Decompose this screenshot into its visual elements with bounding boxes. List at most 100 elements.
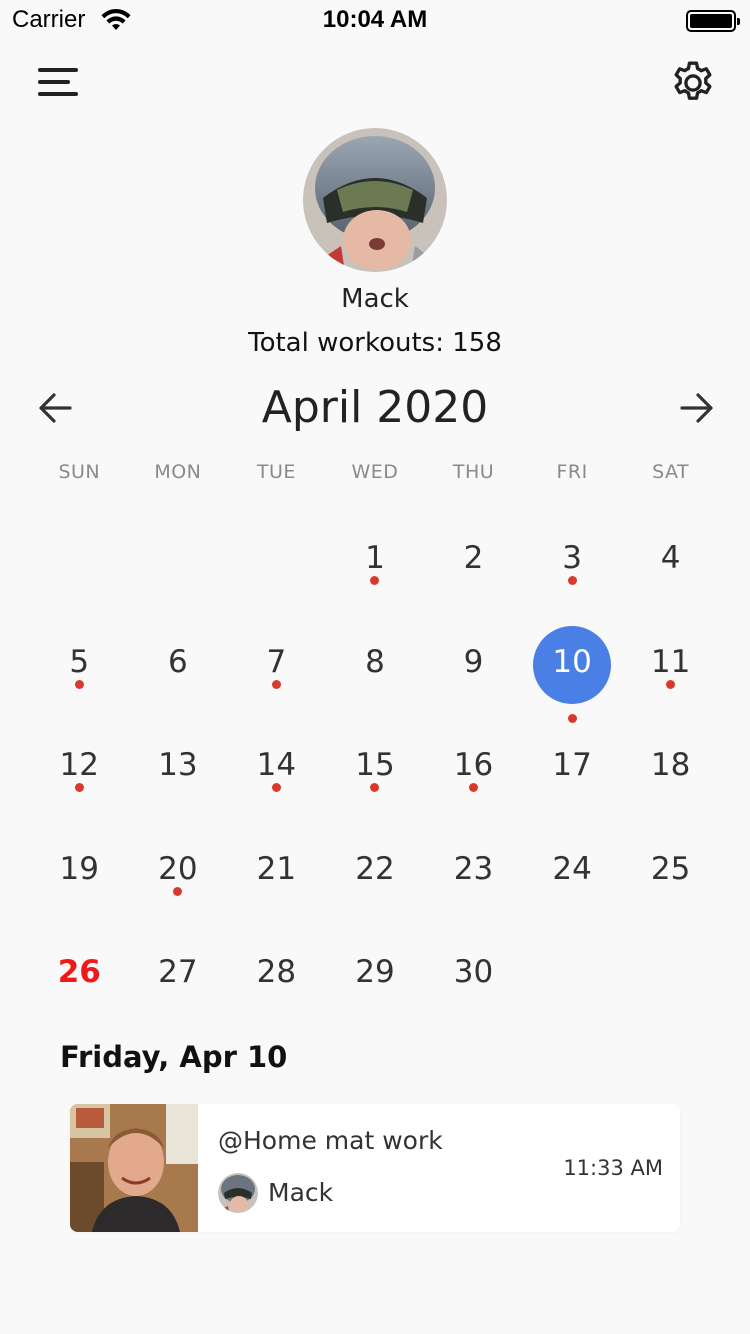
total-workouts-label: Total workouts: 158	[248, 328, 502, 358]
day-number: 30	[453, 954, 494, 990]
day-number: 3	[562, 540, 582, 576]
day-cell[interactable]: 18	[621, 715, 720, 819]
arrow-right-icon[interactable]	[676, 388, 716, 428]
month-title: April 2020	[261, 382, 489, 433]
status-time: 10:04 AM	[322, 6, 428, 33]
day-cell[interactable]: 2	[424, 508, 523, 612]
day-cell[interactable]: 22	[326, 819, 425, 923]
day-cell[interactable]: 12	[30, 715, 129, 819]
day-number: 2	[463, 540, 484, 576]
day-number: 4	[660, 540, 681, 576]
day-number: 19	[59, 850, 99, 887]
workout-indicator-dot	[666, 679, 676, 689]
day-cell[interactable]: 14	[227, 715, 326, 819]
workout-indicator-dot	[74, 783, 84, 792]
day-cell[interactable]: 11	[621, 612, 720, 716]
day-cell[interactable]: 17	[523, 715, 622, 819]
day-cell[interactable]: 15	[326, 715, 425, 819]
workout-indicator-dot	[271, 783, 281, 792]
day-cell[interactable]: 4	[621, 508, 720, 612]
weekday-label: WED	[351, 461, 399, 483]
workout-card[interactable]: @Home mat work 11:33 AM Mack	[70, 1104, 680, 1232]
day-number: 25	[650, 850, 691, 887]
day-number: 24	[552, 850, 592, 887]
day-cell[interactable]: 23	[424, 819, 523, 923]
profile-name: Mack	[341, 284, 409, 314]
status-bar: Carrier 10:04 AM	[0, 0, 750, 40]
day-number: 15	[355, 747, 395, 783]
workout-indicator-dot	[74, 679, 84, 689]
day-number: 13	[158, 747, 198, 783]
user-avatar	[218, 1173, 258, 1213]
workout-indicator-dot	[567, 576, 577, 585]
day-cell[interactable]: 13	[129, 715, 228, 819]
workout-indicator-dot	[469, 783, 479, 792]
calendar-screen: Carrier 10:04 AM Mack Total workouts: 15…	[0, 0, 750, 1334]
day-number: 10	[552, 643, 592, 680]
profile-avatar[interactable]	[303, 128, 447, 272]
workout-indicator-dot	[370, 783, 380, 792]
day-cell[interactable]: 28	[227, 922, 326, 1026]
weekday-label: TUE	[256, 461, 296, 483]
day-number: 28	[256, 954, 297, 990]
empty-day-cell	[30, 508, 129, 612]
today-day-cell[interactable]: 26	[30, 922, 129, 1026]
day-number: 26	[57, 954, 101, 990]
workout-indicator-dot	[271, 679, 281, 689]
day-number: 12	[59, 747, 99, 783]
weekday-header: SUN MON TUE WED THU FRI SAT	[30, 461, 720, 483]
day-number: 21	[256, 850, 297, 887]
selected-day-title: Friday, Apr 10	[60, 1040, 288, 1074]
empty-day-cell	[227, 508, 326, 612]
day-cell[interactable]: 1	[326, 508, 425, 612]
day-number: 8	[365, 643, 385, 680]
day-number: 23	[453, 850, 494, 887]
day-number: 11	[650, 643, 691, 680]
day-number: 29	[355, 954, 395, 990]
day-number: 22	[355, 850, 395, 887]
day-number: 27	[158, 954, 198, 990]
day-number: 6	[167, 643, 188, 680]
day-cell[interactable]: 21	[227, 819, 326, 923]
calendar-days-grid: 1 2 3 4 5 6 7 8 9 10 11 12 13 14 15 16 17 18 19 20 21 22 23 24 2…	[30, 508, 720, 1026]
day-cell[interactable]: 25	[621, 819, 720, 923]
day-cell[interactable]: 8	[326, 612, 425, 716]
day-cell[interactable]: 9	[424, 612, 523, 716]
battery-icon	[686, 10, 740, 32]
weekday-label: SUN	[58, 461, 101, 483]
day-number: 17	[552, 747, 592, 783]
day-number: 16	[453, 747, 494, 783]
day-cell[interactable]: 20	[129, 819, 228, 923]
day-cell[interactable]: 7	[227, 612, 326, 716]
day-cell[interactable]: 19	[30, 819, 129, 923]
workout-indicator-dot	[370, 576, 380, 585]
workout-indicator-dot	[173, 886, 183, 896]
selected-day-cell[interactable]: 10	[523, 612, 622, 723]
day-number: 14	[256, 747, 297, 783]
hamburger-menu-icon[interactable]	[38, 66, 80, 100]
day-cell[interactable]: 3	[523, 508, 622, 612]
day-cell[interactable]: 24	[523, 819, 622, 923]
day-cell[interactable]: 29	[326, 922, 425, 1026]
workout-user-name: Mack	[268, 1178, 334, 1207]
gear-icon[interactable]	[668, 58, 718, 108]
day-cell[interactable]: 16	[424, 715, 523, 819]
workout-title: @Home mat work	[218, 1126, 443, 1155]
weekday-label: SAT	[652, 461, 690, 483]
weekday-label: MON	[154, 461, 202, 483]
day-number: 9	[463, 643, 484, 680]
workout-time: 11:33 AM	[563, 1156, 663, 1180]
day-number: 20	[158, 850, 198, 887]
day-number: 18	[650, 747, 691, 783]
day-cell[interactable]: 30	[424, 922, 523, 1026]
day-number: 7	[266, 643, 287, 680]
empty-day-cell	[129, 508, 228, 612]
day-number: 1	[365, 540, 385, 576]
day-number: 5	[69, 643, 90, 680]
day-cell[interactable]: 27	[129, 922, 228, 1026]
day-cell[interactable]: 6	[129, 612, 228, 716]
weekday-label: FRI	[556, 461, 588, 483]
day-cell[interactable]: 5	[30, 612, 129, 716]
weekday-label: THU	[452, 461, 495, 483]
workout-thumbnail	[70, 1104, 198, 1232]
